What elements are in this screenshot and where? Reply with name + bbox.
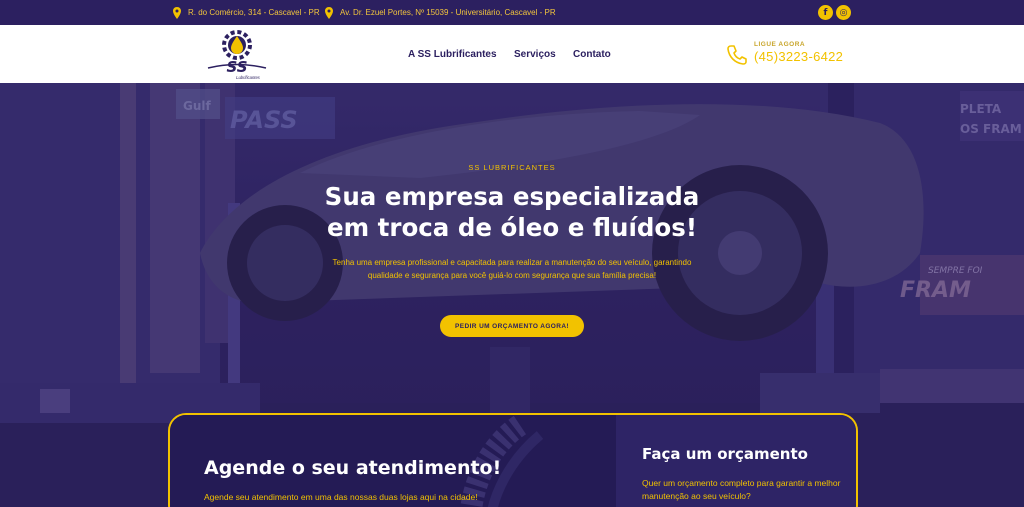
address-store-2[interactable]: Av. Dr. Ezuel Portes, Nº 15039 - Univers…: [324, 0, 556, 25]
hero-headline-line-1: Sua empresa especializada: [324, 182, 700, 211]
quote-title: Faça um orçamento: [642, 445, 808, 463]
phone-number[interactable]: (45)3223-6422: [754, 49, 843, 64]
address-text: R. do Comércio, 314 - Cascavel - PR: [188, 8, 320, 17]
action-cards: Agende o seu atendimento! Agende seu ate…: [168, 413, 858, 507]
hero-headline-line-2: em troca de óleo e fluídos!: [326, 213, 698, 242]
phone-icon: [727, 45, 747, 65]
facebook-icon[interactable]: f: [818, 5, 833, 20]
svg-text:SS: SS: [226, 58, 247, 76]
schedule-card[interactable]: Agende o seu atendimento! Agende seu ate…: [170, 415, 616, 507]
schedule-text: Agende seu atendimento em uma das nossas…: [204, 492, 478, 502]
ss-lubrificantes-logo[interactable]: SS Lubrificantes: [204, 30, 270, 80]
location-pin-icon: [173, 6, 181, 19]
request-quote-button[interactable]: PEDIR UM ORÇAMENTO AGORA!: [440, 315, 584, 337]
phone-label: LIGUE AGORA: [754, 41, 806, 48]
hero-description: Tenha uma empresa profissional e capacit…: [332, 258, 692, 280]
instagram-icon[interactable]: ◎: [836, 5, 851, 20]
address-store-1[interactable]: R. do Comércio, 314 - Cascavel - PR: [172, 0, 320, 25]
schedule-title: Agende o seu atendimento!: [204, 457, 502, 479]
nav-link-about[interactable]: A SS Lubrificantes: [408, 25, 497, 83]
address-text: Av. Dr. Ezuel Portes, Nº 15039 - Univers…: [340, 8, 556, 17]
quote-text: Quer um orçamento completo para garantir…: [642, 478, 841, 501]
quote-card[interactable]: Faça um orçamento Quer um orçamento comp…: [616, 415, 856, 507]
top-info-bar: R. do Comércio, 314 - Cascavel - PR Av. …: [0, 0, 1024, 25]
location-pin-icon: [325, 6, 333, 19]
svg-text:Lubrificantes: Lubrificantes: [236, 75, 261, 80]
hero-kicker: SS LUBRIFICANTES: [468, 163, 556, 172]
nav-link-services[interactable]: Serviços: [514, 25, 556, 83]
site-header: SS Lubrificantes A SS Lubrificantes Serv…: [0, 25, 1024, 83]
nav-link-contact[interactable]: Contato: [573, 25, 611, 83]
hero-headline: Sua empresa especializada em troca de ól…: [0, 181, 1024, 243]
